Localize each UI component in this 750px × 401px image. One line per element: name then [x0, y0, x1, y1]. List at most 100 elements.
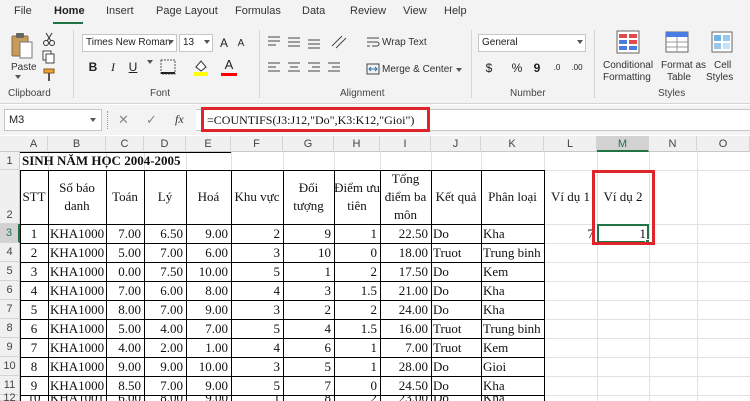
cell-pl[interactable]: Kha	[481, 281, 544, 300]
cell-stt[interactable]: 2	[20, 243, 48, 262]
cell-dt[interactable]: 2	[283, 300, 334, 319]
cell-dt[interactable]: 5	[283, 357, 334, 376]
cell-ly[interactable]: 9.00	[144, 357, 186, 376]
cell-tong[interactable]: 21.00	[380, 281, 431, 300]
cell-pl[interactable]: Gioi	[481, 357, 544, 376]
cell-dt[interactable]: 4	[283, 319, 334, 338]
cell-kq[interactable]: Truot	[431, 243, 481, 262]
cell-m[interactable]	[597, 357, 649, 376]
cell-l[interactable]	[544, 338, 597, 357]
cell-pl[interactable]: Kha	[481, 376, 544, 395]
cell-sbd[interactable]: KHA1000	[48, 376, 106, 395]
cell-ut[interactable]: 2	[334, 262, 380, 281]
cell-dt[interactable]: 1	[283, 262, 334, 281]
cell-ut[interactable]: 2	[334, 300, 380, 319]
cell-m[interactable]	[597, 243, 649, 262]
cell-toan[interactable]: 8.00	[106, 300, 144, 319]
cell-sbd[interactable]: KHA1000	[48, 243, 106, 262]
cell-ut[interactable]: 1.5	[334, 319, 380, 338]
cell-ly[interactable]: 4.00	[144, 319, 186, 338]
cell-l[interactable]	[544, 262, 597, 281]
cell-toan[interactable]: 4.00	[106, 338, 144, 357]
cell-kq[interactable]: Do	[431, 281, 481, 300]
cell-tong[interactable]: 28.00	[380, 357, 431, 376]
cell-hoa[interactable]: 6.00	[186, 243, 231, 262]
cell-ut[interactable]: 0	[334, 243, 380, 262]
cell-ut[interactable]: 1	[334, 357, 380, 376]
cell-tong[interactable]: 24.00	[380, 300, 431, 319]
cell-kv[interactable]: 4	[231, 338, 283, 357]
cell-pl[interactable]: Kem	[481, 262, 544, 281]
cell-toan[interactable]: 5.00	[106, 319, 144, 338]
cell-m[interactable]	[597, 395, 649, 401]
cell-stt[interactable]: 3	[20, 262, 48, 281]
cell-m[interactable]	[597, 376, 649, 395]
cell-stt[interactable]: 7	[20, 338, 48, 357]
cell-kv[interactable]: 5	[231, 262, 283, 281]
cell-tong[interactable]: 7.00	[380, 338, 431, 357]
cell-m[interactable]	[597, 262, 649, 281]
cell-sbd[interactable]: KHA1000	[48, 224, 106, 243]
cell-m[interactable]	[597, 281, 649, 300]
cell-ut[interactable]: 1	[334, 338, 380, 357]
cell-kv[interactable]: 4	[231, 281, 283, 300]
cell-kq[interactable]: Do	[431, 262, 481, 281]
cell-sbd[interactable]: KHA1000	[48, 338, 106, 357]
cell-l[interactable]	[544, 376, 597, 395]
cell-stt[interactable]: 1	[20, 224, 48, 243]
cell-l[interactable]	[544, 319, 597, 338]
cell-kv[interactable]: 5	[231, 376, 283, 395]
cell-ly[interactable]: 6.50	[144, 224, 186, 243]
cell-toan[interactable]: 7.00	[106, 281, 144, 300]
cell-sbd[interactable]: KHA1000	[48, 357, 106, 376]
cell-dt[interactable]: 10	[283, 243, 334, 262]
cell-stt[interactable]: 9	[20, 376, 48, 395]
cell-ly[interactable]: 7.50	[144, 262, 186, 281]
cell-ly[interactable]: 7.00	[144, 243, 186, 262]
cell-hoa[interactable]: 1.00	[186, 338, 231, 357]
cell-toan[interactable]: 9.00	[106, 357, 144, 376]
cell-kq[interactable]: Do	[431, 376, 481, 395]
cell-ut[interactable]: 1.5	[334, 281, 380, 300]
cell-stt[interactable]: 4	[20, 281, 48, 300]
cell-sbd[interactable]: KHA1000	[48, 319, 106, 338]
cell-pl[interactable]: Kha	[481, 300, 544, 319]
cell-tong[interactable]: 22.50	[380, 224, 431, 243]
cell-sbd[interactable]: KHA1000	[48, 262, 106, 281]
cell-l[interactable]	[544, 357, 597, 376]
cell-kv[interactable]: 3	[231, 357, 283, 376]
cell-tong[interactable]: 16.00	[380, 319, 431, 338]
cell-hoa[interactable]: 7.00	[186, 319, 231, 338]
cell-hoa[interactable]: 9.00	[186, 300, 231, 319]
cell-toan[interactable]: 5.00	[106, 243, 144, 262]
cell-stt[interactable]: 6	[20, 319, 48, 338]
cell-l[interactable]	[544, 243, 597, 262]
cell-dt[interactable]: 6	[283, 338, 334, 357]
cell-hoa[interactable]: 10.00	[186, 357, 231, 376]
cell-dt[interactable]: 7	[283, 376, 334, 395]
cell-stt[interactable]: 8	[20, 357, 48, 376]
cell-l[interactable]	[544, 281, 597, 300]
cell-m[interactable]	[597, 338, 649, 357]
cell-kv[interactable]: 5	[231, 319, 283, 338]
cell-hoa[interactable]: 9.00	[186, 224, 231, 243]
cell-pl[interactable]: Kem	[481, 338, 544, 357]
cell-tong[interactable]: 18.00	[380, 243, 431, 262]
cell-hoa[interactable]: 8.00	[186, 281, 231, 300]
cell-ly[interactable]: 2.00	[144, 338, 186, 357]
cell-m[interactable]	[597, 300, 649, 319]
cell-l[interactable]	[544, 395, 597, 401]
cell-tong[interactable]: 24.50	[380, 376, 431, 395]
cell-toan[interactable]: 8.50	[106, 376, 144, 395]
cell-sbd[interactable]: KHA1000	[48, 281, 106, 300]
cell-kq[interactable]: Truot	[431, 319, 481, 338]
cell-kv[interactable]: 2	[231, 224, 283, 243]
cell-m[interactable]	[597, 319, 649, 338]
cell-kq[interactable]: Do	[431, 224, 481, 243]
cell-hoa[interactable]: 9.00	[186, 376, 231, 395]
cell-tong[interactable]: 17.50	[380, 262, 431, 281]
cell-kv[interactable]: 3	[231, 243, 283, 262]
cell-hoa[interactable]: 10.00	[186, 262, 231, 281]
cell-kv[interactable]: 3	[231, 300, 283, 319]
cell-kq[interactable]: Do	[431, 300, 481, 319]
